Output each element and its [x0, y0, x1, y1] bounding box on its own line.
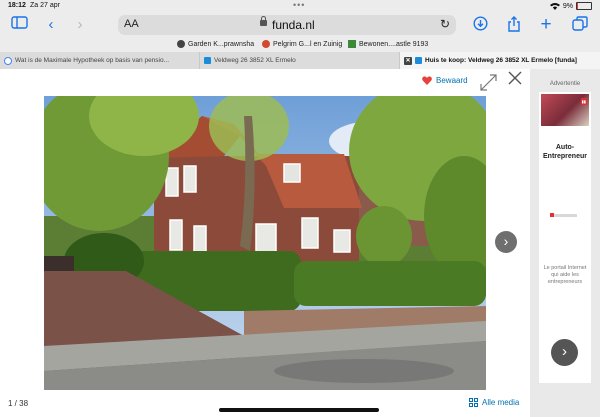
- tab-funda-active[interactable]: ✕ Huis te koop: Veldweg 26 3852 XL Ermel…: [400, 52, 600, 69]
- favorite-item[interactable]: Pelgrim G...l en Zuinig: [262, 40, 342, 48]
- url-text[interactable]: funda.nl: [272, 18, 315, 32]
- close-tab-icon[interactable]: ✕: [404, 56, 412, 65]
- fullscreen-icon[interactable]: [480, 74, 497, 94]
- favorite-label: Pelgrim G...l en Zuinig: [273, 40, 343, 48]
- funda-icon: [415, 57, 422, 64]
- favorites-bar: Garden K...prawnsha Pelgrim G...l en Zui…: [0, 38, 600, 52]
- bewonen-icon: [348, 40, 356, 48]
- browser-toolbar: ‹ › AA funda.nl ↻ +: [0, 12, 600, 38]
- house-photo-image: [44, 96, 486, 390]
- forward-icon[interactable]: ›: [73, 16, 87, 34]
- house-photo: [44, 96, 486, 390]
- address-bar[interactable]: AA funda.nl ↻: [118, 15, 456, 35]
- status-time: 18:12: [8, 2, 26, 9]
- close-viewer-icon[interactable]: [508, 71, 522, 90]
- favorite-item[interactable]: Garden K...prawnsha: [177, 40, 254, 48]
- text-size-button[interactable]: AA: [124, 18, 139, 30]
- ad-logo: [550, 213, 577, 217]
- back-icon[interactable]: ‹: [44, 16, 58, 34]
- status-bar: 18:12 Za 27 apr ••• 9%: [0, 0, 600, 12]
- battery-fill: [577, 3, 578, 9]
- tab-hypotheek[interactable]: Wat is de Maximale Hypotheek op basis va…: [0, 52, 200, 69]
- battery-icon: [576, 2, 592, 10]
- advertisement-panel: Advertentie ▮▮ Auto-Entrepreneur Le port…: [530, 69, 600, 417]
- heart-icon: [422, 76, 432, 85]
- wifi-icon: [549, 3, 560, 10]
- favorite-label: Garden K...prawnsha: [188, 40, 255, 48]
- ad-card[interactable]: ▮▮ Auto-Entrepreneur Le portail Internet…: [539, 92, 591, 383]
- all-media-label: Alle media: [482, 398, 520, 407]
- all-media-button[interactable]: Alle media: [469, 398, 519, 407]
- ad-label: Advertentie: [549, 81, 581, 87]
- home-indicator[interactable]: [219, 408, 379, 412]
- globe-icon: [177, 40, 185, 48]
- download-icon[interactable]: [472, 16, 488, 34]
- tab-label: Huis te koop: Veldweg 26 3852 XL Ermelo …: [425, 57, 577, 64]
- favorite-label: Bewonen....astle 9193: [359, 40, 429, 48]
- status-date: Za 27 apr: [30, 2, 60, 9]
- funda-icon: [204, 57, 211, 64]
- sidebar-icon[interactable]: [10, 16, 28, 34]
- ad-body-text: Le portail Internet qui aide les entrepr…: [543, 265, 587, 285]
- pelgrim-icon: [262, 40, 270, 48]
- ad-image: ▮▮: [541, 94, 589, 126]
- favorite-item[interactable]: Bewonen....astle 9193: [348, 40, 428, 48]
- reload-icon[interactable]: ↻: [440, 17, 450, 31]
- ad-heading: Auto-Entrepreneur: [543, 144, 587, 160]
- battery-percent: 9%: [562, 2, 573, 10]
- ad-brand-logo: ▮▮: [580, 98, 587, 105]
- multitasking-dots-icon[interactable]: •••: [293, 0, 305, 10]
- ad-next-button[interactable]: ›: [551, 339, 578, 366]
- lock-icon: [260, 16, 267, 26]
- grid-icon: [469, 398, 478, 407]
- new-tab-icon[interactable]: +: [538, 15, 554, 34]
- bewaard-label: Bewaard: [436, 76, 468, 85]
- bewaard-button[interactable]: Bewaard: [422, 76, 468, 85]
- tab-label: Wat is de Maximale Hypotheek op basis va…: [15, 57, 170, 64]
- next-photo-button[interactable]: ›: [495, 231, 517, 253]
- tab-label: Veldweg 26 3852 XL Ermelo: [214, 57, 296, 64]
- google-icon: [4, 56, 12, 65]
- photo-counter: 1 / 38: [8, 399, 29, 408]
- media-viewer: Bewaard › 1 / 38 Alle media Advertentie …: [0, 69, 600, 417]
- tab-bar: Wat is de Maximale Hypotheek op basis va…: [0, 52, 600, 69]
- tab-overview-icon[interactable]: [571, 16, 589, 34]
- tab-veldweg[interactable]: Veldweg 26 3852 XL Ermelo: [200, 52, 400, 69]
- share-icon[interactable]: [506, 16, 522, 34]
- status-right: 9%: [549, 2, 592, 10]
